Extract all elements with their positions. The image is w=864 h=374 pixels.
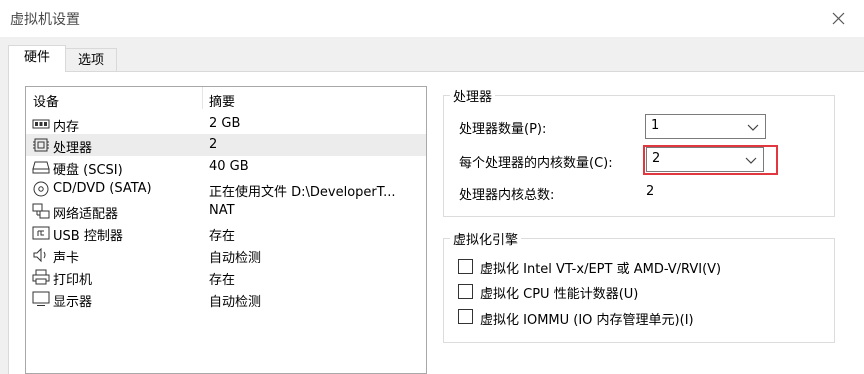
total-cores-label: 处理器内核总数: bbox=[459, 188, 555, 203]
usb-icon bbox=[32, 226, 50, 240]
display-icon bbox=[32, 291, 50, 306]
close-icon bbox=[832, 12, 845, 25]
device-name: 声卡 bbox=[53, 251, 80, 266]
printer-icon bbox=[32, 269, 50, 285]
device-name: 打印机 bbox=[53, 273, 93, 288]
device-list[interactable]: 设备 摘要 内存 2 GB 处理器 2 硬盘 (SCSI) 40 GB CD/D… bbox=[25, 86, 427, 374]
device-row-printer[interactable]: 打印机 存在 bbox=[26, 266, 426, 288]
virtualization-engine-title: 虚拟化引擎 bbox=[450, 229, 522, 248]
device-row-sound-card[interactable]: 声卡 自动检测 bbox=[26, 244, 426, 266]
device-summary: 存在 bbox=[209, 229, 236, 244]
virtualize-cpu-counters-label[interactable]: 虚拟化 CPU 性能计数器(U) bbox=[480, 283, 638, 302]
device-row-memory[interactable]: 内存 2 GB bbox=[26, 113, 426, 135]
tab-hardware[interactable]: 硬件 bbox=[8, 45, 66, 72]
virtualize-vtx-label[interactable]: 虚拟化 Intel VT-x/EPT 或 AMD-V/RVI(V) bbox=[480, 258, 721, 277]
device-summary: 自动检测 bbox=[209, 295, 262, 310]
processor-count-select[interactable]: 1 bbox=[645, 114, 766, 139]
device-name: 显示器 bbox=[53, 295, 93, 310]
device-row-usb-controller[interactable]: USB 控制器 存在 bbox=[26, 222, 426, 244]
cores-per-processor-select[interactable]: 2 bbox=[646, 147, 764, 172]
device-summary: NAT bbox=[209, 203, 235, 218]
column-header-device[interactable]: 设备 bbox=[33, 91, 59, 110]
device-summary: 2 GB bbox=[209, 116, 241, 131]
column-separator[interactable] bbox=[202, 87, 203, 109]
device-summary: 2 bbox=[209, 137, 218, 152]
chevron-down-icon bbox=[745, 157, 757, 164]
processor-group-title: 处理器 bbox=[450, 86, 496, 105]
virtualize-iommu-checkbox[interactable] bbox=[458, 309, 473, 324]
title-bar: 虚拟机设置 bbox=[0, 0, 864, 37]
device-row-hard-disk[interactable]: 硬盘 (SCSI) 40 GB bbox=[26, 156, 426, 178]
virtualize-iommu-label[interactable]: 虚拟化 IOMMU (IO 内存管理单元)(I) bbox=[480, 309, 694, 328]
close-button[interactable] bbox=[826, 7, 850, 29]
hard-disk-icon bbox=[32, 161, 50, 174]
device-row-processor[interactable]: 处理器 2 bbox=[26, 134, 426, 156]
virtualize-cpu-counters-checkbox[interactable] bbox=[458, 284, 473, 299]
device-name: 处理器 bbox=[53, 141, 93, 156]
device-summary: 40 GB bbox=[209, 159, 249, 174]
device-name: CD/DVD (SATA) bbox=[53, 181, 152, 196]
window-title: 虚拟机设置 bbox=[10, 12, 80, 28]
tab-options[interactable]: 选项 bbox=[65, 48, 117, 72]
device-list-header: 设备 摘要 bbox=[26, 87, 426, 111]
total-cores-value: 2 bbox=[646, 184, 655, 199]
device-summary: 正在使用文件 D:\DeveloperT... bbox=[209, 185, 396, 200]
sound-card-icon bbox=[33, 247, 46, 263]
processor-count-label: 处理器数量(P): bbox=[459, 122, 547, 137]
cores-per-processor-label: 每个处理器的内核数量(C): bbox=[459, 156, 613, 171]
processor-icon bbox=[33, 138, 49, 152]
device-row-display[interactable]: 显示器 自动检测 bbox=[26, 288, 426, 310]
device-name: 网络适配器 bbox=[53, 207, 119, 222]
device-name: USB 控制器 bbox=[53, 229, 123, 244]
processor-count-value: 1 bbox=[651, 118, 660, 133]
device-row-network-adapter[interactable]: 网络适配器 NAT bbox=[26, 200, 426, 222]
chevron-down-icon bbox=[747, 124, 759, 131]
device-summary: 自动检测 bbox=[209, 251, 262, 266]
cores-per-processor-value: 2 bbox=[652, 151, 661, 166]
network-adapter-icon bbox=[32, 203, 50, 219]
device-name: 内存 bbox=[53, 120, 80, 135]
column-header-summary[interactable]: 摘要 bbox=[209, 91, 235, 110]
memory-icon bbox=[32, 119, 50, 129]
device-row-cd-dvd[interactable]: CD/DVD (SATA) 正在使用文件 D:\DeveloperT... bbox=[26, 178, 426, 200]
virtualize-vtx-checkbox[interactable] bbox=[458, 259, 473, 274]
device-name: 硬盘 (SCSI) bbox=[53, 163, 123, 178]
device-summary: 存在 bbox=[209, 273, 236, 288]
cd-dvd-icon bbox=[33, 181, 49, 197]
